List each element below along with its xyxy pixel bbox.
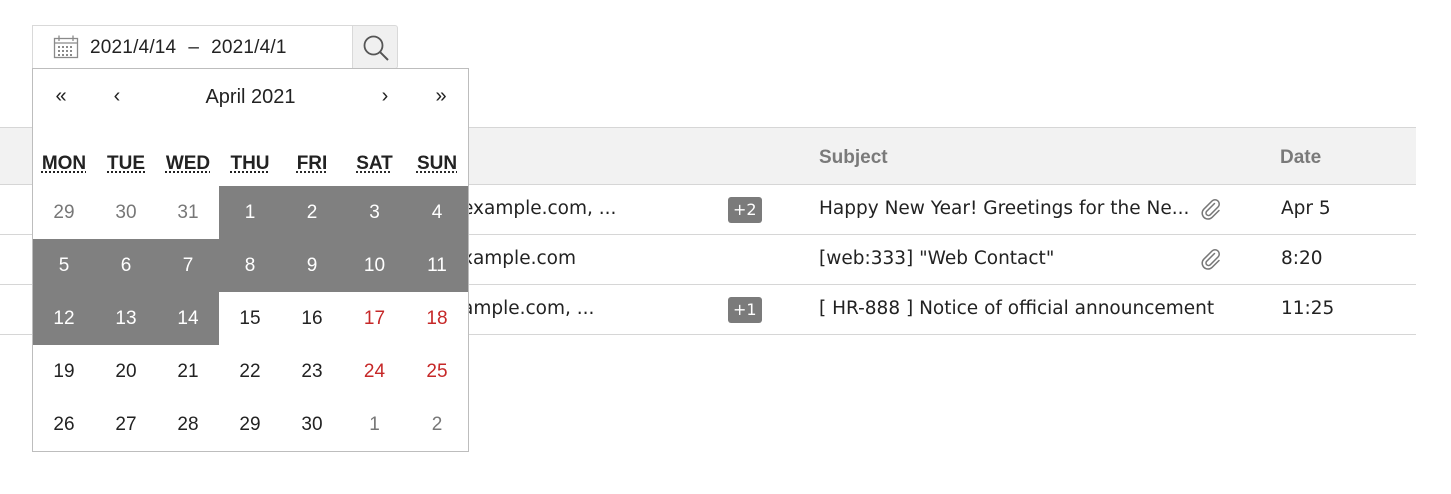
- weekday-sat: SAT: [343, 153, 406, 175]
- date-range-field[interactable]: 2021/4/14–2021/4/1: [32, 25, 352, 69]
- calendar-day-outside-month[interactable]: 30: [95, 186, 157, 239]
- date-text: Apr 5: [1281, 198, 1331, 219]
- weekday-label: WED: [165, 153, 211, 174]
- weekday-sun: SUN: [406, 153, 468, 175]
- weekday-fri: FRI: [281, 153, 343, 175]
- subject-text[interactable]: [ HR-888 ] Notice of official announceme…: [819, 298, 1214, 319]
- calendar-day-16[interactable]: 16: [281, 292, 343, 345]
- calendar-day-6[interactable]: 6: [95, 239, 157, 292]
- calendar-day-outside-month[interactable]: 2: [406, 398, 468, 451]
- calendar-day-5[interactable]: 5: [33, 239, 95, 292]
- month-title[interactable]: April 2021: [33, 86, 468, 109]
- calendar-navigation: « ‹ April 2021 › »: [33, 69, 468, 125]
- calendar-day-26[interactable]: 26: [33, 398, 95, 451]
- weekday-tue: TUE: [95, 153, 157, 175]
- search-icon: [363, 35, 389, 61]
- subject-text[interactable]: [web:333] "Web Contact": [819, 248, 1054, 269]
- calendar-day-20[interactable]: 20: [95, 345, 157, 398]
- calendar-day-outside-month[interactable]: 1: [343, 398, 406, 451]
- calendar-day-19[interactable]: 19: [33, 345, 95, 398]
- calendar-day-22[interactable]: 22: [219, 345, 281, 398]
- weekday-thu: THU: [219, 153, 281, 175]
- calendar-day-23[interactable]: 23: [281, 345, 343, 398]
- calendar-day-7[interactable]: 7: [157, 239, 219, 292]
- attachment-icon: [1199, 197, 1223, 221]
- calendar-day-21[interactable]: 21: [157, 345, 219, 398]
- weekday-header-row: MON TUE WED THU FRI SAT SUN: [33, 153, 468, 181]
- calendar-day-25[interactable]: 25: [406, 345, 468, 398]
- calendar-day-4[interactable]: 4: [406, 186, 468, 239]
- date-text: 8:20: [1281, 248, 1323, 269]
- weekday-label: SUN: [416, 153, 458, 174]
- calendar-day-12[interactable]: 12: [33, 292, 95, 345]
- subject-text[interactable]: Happy New Year! Greetings for the Ne...: [819, 198, 1189, 219]
- calendar-day-14[interactable]: 14: [157, 292, 219, 345]
- range-start-date[interactable]: 2021/4/14: [90, 37, 176, 58]
- search-button[interactable]: [352, 25, 398, 69]
- calendar-day-29[interactable]: 29: [219, 398, 281, 451]
- recipient-text: xample.com: [462, 248, 576, 269]
- calendar-day-27[interactable]: 27: [95, 398, 157, 451]
- range-separator: –: [188, 37, 200, 58]
- calendar-day-8[interactable]: 8: [219, 239, 281, 292]
- calendar-day-30[interactable]: 30: [281, 398, 343, 451]
- weekday-wed: WED: [157, 153, 219, 175]
- date-range-text[interactable]: 2021/4/14–2021/4/1: [90, 37, 287, 59]
- attachment-icon: [1199, 247, 1223, 271]
- calendar-day-1[interactable]: 1: [219, 186, 281, 239]
- calendar-day-outside-month[interactable]: 29: [33, 186, 95, 239]
- next-month-button[interactable]: ›: [370, 85, 400, 108]
- calendar-day-11[interactable]: 11: [406, 239, 468, 292]
- weekday-label: SAT: [356, 153, 393, 174]
- calendar-day-28[interactable]: 28: [157, 398, 219, 451]
- weekday-label: TUE: [107, 153, 145, 174]
- weekday-mon: MON: [33, 153, 95, 175]
- calendar-day-10[interactable]: 10: [343, 239, 406, 292]
- calendar-day-15[interactable]: 15: [219, 292, 281, 345]
- calendar-day-9[interactable]: 9: [281, 239, 343, 292]
- recipient-text: example.com, ...: [462, 198, 617, 219]
- calendar-icon[interactable]: [53, 35, 79, 59]
- more-recipients-badge[interactable]: +1: [728, 297, 762, 323]
- calendar-day-17[interactable]: 17: [343, 292, 406, 345]
- calendar-day-2[interactable]: 2: [281, 186, 343, 239]
- calendar-day-outside-month[interactable]: 31: [157, 186, 219, 239]
- month-title-label[interactable]: April 2021: [201, 86, 299, 108]
- range-end-date[interactable]: 2021/4/1: [211, 37, 287, 58]
- next-year-button[interactable]: »: [426, 85, 456, 108]
- more-recipients-badge[interactable]: +2: [728, 197, 762, 223]
- recipient-text: ample.com, ...: [462, 298, 595, 319]
- calendar-day-3[interactable]: 3: [343, 186, 406, 239]
- calendar-day-24[interactable]: 24: [343, 345, 406, 398]
- column-header-subject[interactable]: Subject: [819, 147, 888, 169]
- calendar-popup: « ‹ April 2021 › » MON TUE WED THU FRI SAT SUN…: [32, 68, 469, 452]
- weekday-label: THU: [230, 153, 270, 174]
- weekday-label: MON: [41, 153, 87, 174]
- column-header-date[interactable]: Date: [1280, 147, 1321, 169]
- weekday-label: FRI: [296, 153, 328, 174]
- date-text: 11:25: [1281, 298, 1335, 319]
- calendar-day-18[interactable]: 18: [406, 292, 468, 345]
- calendar-day-13[interactable]: 13: [95, 292, 157, 345]
